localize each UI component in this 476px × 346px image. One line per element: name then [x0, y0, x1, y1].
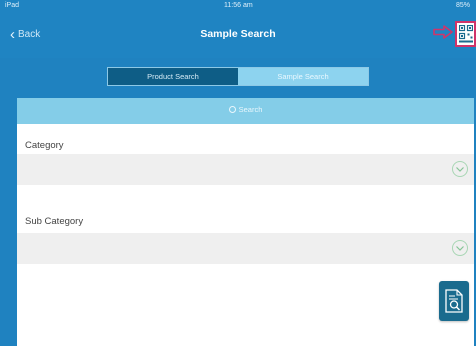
tab-product-search[interactable]: Product Search [108, 68, 238, 85]
clock-label: 11:56 am [224, 2, 253, 9]
navigation-bar: iPad 11:56 am 85% ‹ Back Sample Search [0, 0, 476, 58]
screen: iPad 11:56 am 85% ‹ Back Sample Search P… [0, 0, 476, 346]
chevron-down-icon [452, 161, 468, 177]
tab-sample-search[interactable]: Sample Search [238, 68, 368, 85]
search-type-segmented-control: Product Search Sample Search [107, 67, 369, 86]
qr-scan-icon [458, 25, 473, 43]
carrier-label: iPad [5, 2, 20, 9]
report-button[interactable] [439, 281, 469, 321]
sub-category-label: Sub Category [25, 216, 84, 227]
category-label: Category [25, 140, 64, 151]
scan-button[interactable] [455, 21, 476, 47]
document-search-icon [445, 289, 463, 313]
search-bar[interactable]: Search [17, 98, 474, 124]
search-input[interactable]: Search [17, 105, 474, 114]
left-border [0, 98, 17, 346]
battery-label: 85% [455, 2, 470, 9]
page-title: Sample Search [200, 28, 276, 40]
sub-category-dropdown[interactable] [17, 233, 474, 264]
category-dropdown[interactable] [17, 154, 474, 185]
status-bar: iPad 11:56 am 85% [0, 0, 476, 14]
search-icon [228, 106, 236, 113]
chevron-down-icon [452, 240, 468, 256]
arrow-right-icon [433, 25, 453, 39]
search-placeholder: Search [238, 105, 263, 114]
